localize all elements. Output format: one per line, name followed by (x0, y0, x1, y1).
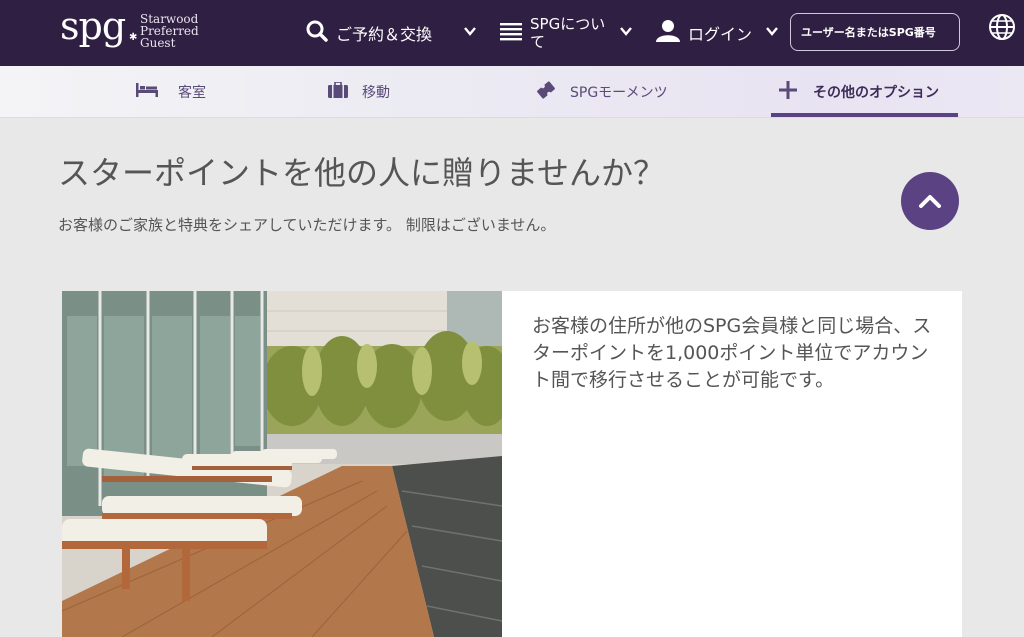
globe-icon[interactable] (988, 13, 1016, 41)
pool-deck-photo (62, 291, 502, 637)
chevron-down-icon[interactable] (463, 24, 477, 38)
menu-icon (500, 21, 522, 45)
plus-icon (779, 80, 797, 103)
logo-star-icon: ✱ (129, 32, 138, 43)
tab-rooms[interactable]: 客室 (136, 66, 206, 117)
scroll-to-top-button[interactable] (901, 172, 959, 230)
search-icon (306, 20, 328, 46)
bed-icon (136, 82, 158, 101)
tab-travel-label: 移動 (362, 84, 390, 101)
page-title: スターポイントを他の人に贈りませんか？ (58, 154, 666, 192)
category-nav: 客室 移動 SPGモーメンツ その他のオプション (0, 66, 1024, 118)
username-field[interactable]: ユーザー名またはSPG番号 (790, 13, 960, 51)
user-icon (656, 20, 680, 46)
active-tab-indicator (771, 113, 958, 117)
nav-about-spg[interactable]: SPGについて (500, 0, 610, 66)
tab-spg-moments[interactable]: SPGモーメンツ (536, 66, 668, 117)
logo-wordmark: Starwood Preferred Guest (140, 12, 199, 50)
chevron-down-icon[interactable] (765, 24, 779, 38)
tab-rooms-label: 客室 (178, 84, 206, 101)
nav-login[interactable]: ログイン (656, 0, 752, 66)
tab-other-options-label: その他のオプション (813, 84, 939, 101)
top-header: spg ✱ Starwood Preferred Guest ご予約＆交換 SP… (0, 0, 1024, 66)
tab-other-options[interactable]: その他のオプション (779, 66, 939, 117)
nav-reserve-exchange[interactable]: ご予約＆交換 (306, 0, 432, 66)
tab-travel[interactable]: 移動 (328, 66, 390, 117)
logo-mark: spg (60, 4, 126, 48)
nav-about-label: SPGについて (530, 15, 606, 51)
suitcase-icon (328, 80, 348, 102)
nav-login-label: ログイン (688, 25, 753, 44)
nav-reserve-label: ご予約＆交換 (336, 25, 433, 44)
ticket-icon (536, 80, 556, 103)
feature-card-text: お客様の住所が他のSPG会員様と同じ場合、スターポイントを1,000ポイント単位… (532, 315, 932, 391)
tab-spg-moments-label: SPGモーメンツ (570, 84, 668, 101)
page-subtitle: お客様のご家族と特典をシェアしていただけます。 制限はございません。 (58, 216, 556, 234)
chevron-down-icon[interactable] (619, 24, 633, 38)
chevron-up-icon (919, 195, 941, 208)
